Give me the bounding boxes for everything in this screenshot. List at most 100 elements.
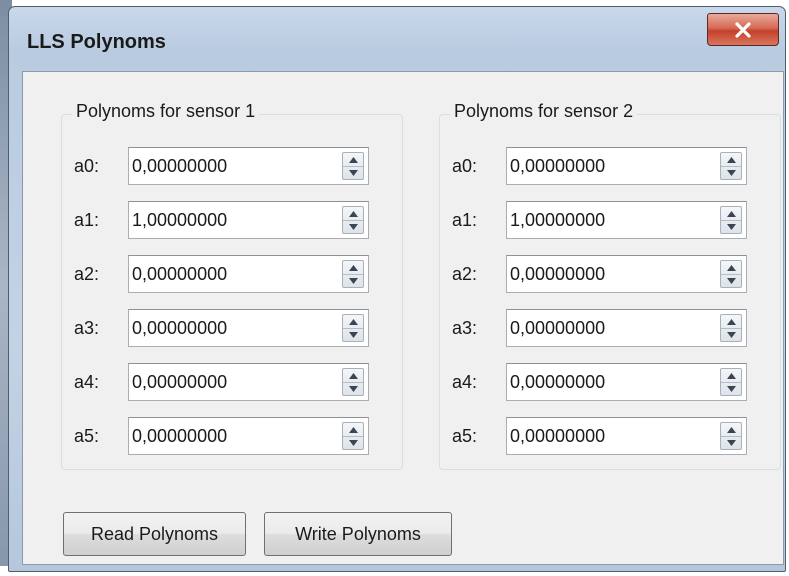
coefficient-input[interactable]: [510, 314, 710, 342]
chevron-up-icon: [348, 264, 358, 271]
spinner-buttons: [720, 260, 742, 288]
sensor1-row-a5: a5:: [74, 417, 394, 455]
spin-up-button[interactable]: [721, 261, 741, 275]
sensor1-row-a1: a1:: [74, 201, 394, 239]
spin-down-button[interactable]: [721, 436, 741, 449]
coefficient-input[interactable]: [132, 314, 332, 342]
coefficient-label: a3:: [74, 318, 100, 338]
chevron-down-icon: [726, 223, 736, 230]
spin-up-button[interactable]: [721, 207, 741, 221]
coefficient-label: a1:: [452, 210, 478, 230]
write-polynoms-button[interactable]: Write Polynoms: [264, 512, 452, 556]
coefficient-input[interactable]: [510, 422, 710, 450]
spin-up-button[interactable]: [721, 153, 741, 167]
sensor2-row-a1: a1:: [452, 201, 772, 239]
spinner-buttons: [342, 368, 364, 396]
dialog-window: LLS Polynoms Polynoms for sensor 1 a0: a: [8, 6, 786, 572]
coefficient-input[interactable]: [132, 152, 332, 180]
spin-up-button[interactable]: [721, 369, 741, 383]
spin-down-button[interactable]: [721, 328, 741, 341]
coefficient-input[interactable]: [132, 206, 332, 234]
coefficient-spinbox: [128, 363, 369, 401]
spin-down-button[interactable]: [721, 274, 741, 287]
chevron-up-icon: [348, 426, 358, 433]
chevron-down-icon: [348, 439, 358, 446]
chevron-up-icon: [726, 318, 736, 325]
chevron-down-icon: [348, 331, 358, 338]
read-polynoms-button[interactable]: Read Polynoms: [63, 512, 246, 556]
coefficient-spinbox: [506, 255, 747, 293]
spinner-buttons: [342, 314, 364, 342]
spin-up-button[interactable]: [343, 153, 363, 167]
spin-down-button[interactable]: [721, 220, 741, 233]
spin-up-button[interactable]: [721, 423, 741, 437]
spin-down-button[interactable]: [343, 328, 363, 341]
spin-up-button[interactable]: [343, 369, 363, 383]
sensor1-row-a4: a4:: [74, 363, 394, 401]
spin-down-button[interactable]: [343, 166, 363, 179]
coefficient-spinbox: [506, 363, 747, 401]
chevron-down-icon: [726, 439, 736, 446]
chevron-down-icon: [348, 169, 358, 176]
chevron-up-icon: [726, 372, 736, 379]
sensor2-row-a5: a5:: [452, 417, 772, 455]
coefficient-input[interactable]: [132, 422, 332, 450]
spinner-buttons: [342, 152, 364, 180]
spin-up-button[interactable]: [343, 423, 363, 437]
dialog-client-area: Polynoms for sensor 1 a0: a1:: [22, 71, 784, 565]
sensor2-group-title: Polynoms for sensor 2: [450, 101, 638, 122]
coefficient-spinbox: [128, 309, 369, 347]
coefficient-spinbox: [128, 147, 369, 185]
close-button[interactable]: [707, 13, 779, 46]
coefficient-spinbox: [128, 201, 369, 239]
coefficient-label: a0:: [452, 156, 478, 176]
coefficient-input[interactable]: [132, 260, 332, 288]
coefficient-spinbox: [506, 417, 747, 455]
spin-up-button[interactable]: [721, 315, 741, 329]
chevron-up-icon: [726, 156, 736, 163]
coefficient-input[interactable]: [510, 206, 710, 234]
sensor2-row-a2: a2:: [452, 255, 772, 293]
coefficient-spinbox: [128, 417, 369, 455]
chevron-up-icon: [348, 210, 358, 217]
sensor1-row-a2: a2:: [74, 255, 394, 293]
sensor1-row-a3: a3:: [74, 309, 394, 347]
coefficient-input[interactable]: [510, 152, 710, 180]
spin-down-button[interactable]: [343, 436, 363, 449]
chevron-down-icon: [726, 169, 736, 176]
spin-up-button[interactable]: [343, 207, 363, 221]
coefficient-label: a5:: [74, 426, 100, 446]
coefficient-spinbox: [128, 255, 369, 293]
sensor1-group: Polynoms for sensor 1 a0: a1:: [61, 101, 403, 470]
spinner-buttons: [342, 422, 364, 450]
window-title: LLS Polynoms: [27, 31, 166, 53]
coefficient-label: a5:: [452, 426, 478, 446]
coefficient-input[interactable]: [510, 368, 710, 396]
spin-down-button[interactable]: [343, 274, 363, 287]
spinner-buttons: [342, 206, 364, 234]
coefficient-label: a2:: [452, 264, 478, 284]
coefficient-label: a3:: [452, 318, 478, 338]
spin-down-button[interactable]: [343, 382, 363, 395]
chevron-up-icon: [726, 210, 736, 217]
coefficient-label: a4:: [74, 372, 100, 392]
spin-down-button[interactable]: [721, 166, 741, 179]
coefficient-input[interactable]: [132, 368, 332, 396]
close-x-icon: [735, 21, 751, 38]
spin-up-button[interactable]: [343, 315, 363, 329]
spin-down-button[interactable]: [343, 220, 363, 233]
spinner-buttons: [720, 206, 742, 234]
spin-down-button[interactable]: [721, 382, 741, 395]
spin-up-button[interactable]: [343, 261, 363, 275]
sensor2-row-a3: a3:: [452, 309, 772, 347]
coefficient-label: a1:: [74, 210, 100, 230]
coefficient-spinbox: [506, 309, 747, 347]
chevron-down-icon: [726, 385, 736, 392]
coefficient-input[interactable]: [510, 260, 710, 288]
coefficient-label: a4:: [452, 372, 478, 392]
spinner-buttons: [720, 368, 742, 396]
chevron-up-icon: [726, 264, 736, 271]
spinner-buttons: [342, 260, 364, 288]
sensor2-row-a4: a4:: [452, 363, 772, 401]
spinner-buttons: [720, 422, 742, 450]
